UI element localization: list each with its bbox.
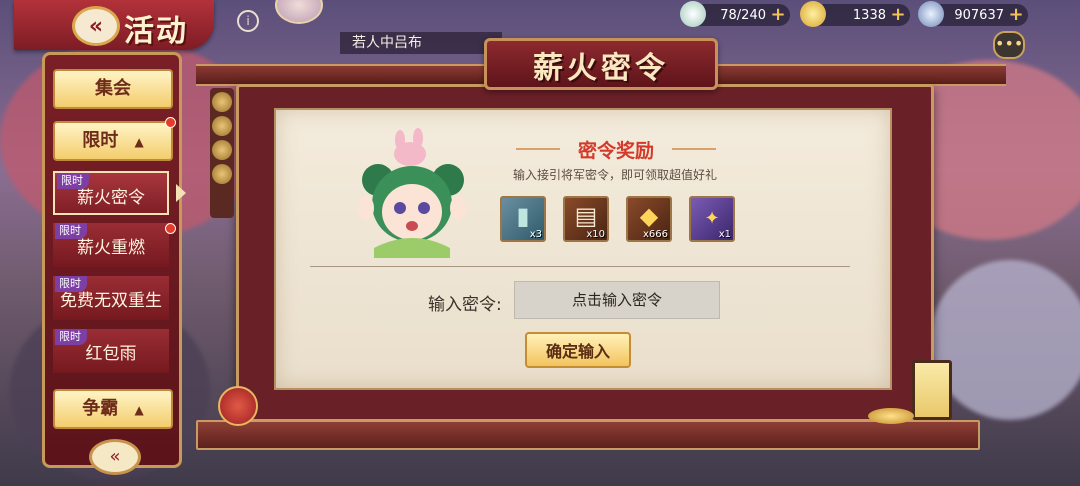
confirm-button[interactable]: 确定输入 xyxy=(525,332,631,368)
chevron-up-icon: ▲ xyxy=(134,135,144,149)
code-input[interactable]: 点击输入密令 xyxy=(514,281,720,319)
reward-item-scroll[interactable]: ▤ x10 xyxy=(563,196,609,242)
sidebar-group-label: 争霸 xyxy=(82,398,119,419)
avatar[interactable] xyxy=(275,0,323,24)
gold-ingot-icon xyxy=(800,1,826,27)
lion-mascot-icon xyxy=(218,386,258,426)
lantern-icon xyxy=(912,360,952,420)
sidebar-group-label: 集会 xyxy=(95,78,131,99)
reward-item-token-card[interactable]: ▮ x3 xyxy=(500,196,546,242)
notification-dot xyxy=(165,223,176,234)
gold-value: 1338 xyxy=(852,7,886,23)
player-name: 若人中吕布 xyxy=(340,32,502,54)
top-bar: « 活动 i 78/240 + 1338 + 907637 + xyxy=(0,0,1080,50)
chevron-up-icon: ▲ xyxy=(134,403,144,417)
limited-tag: 限时 xyxy=(55,329,87,345)
sidebar-group-limited[interactable]: 限时 ▲ xyxy=(53,121,173,161)
jade-card-icon: ▮ xyxy=(516,202,530,230)
sidebar-group-label: 限时 xyxy=(82,130,119,151)
emblem-icon: « xyxy=(89,439,141,475)
silver-counter: 907637 + xyxy=(918,1,1028,27)
sidebar-item-red-packet-rain[interactable]: 限时 红包雨 xyxy=(53,329,169,373)
sidebar-group-contest[interactable]: 争霸 ▲ xyxy=(53,389,173,429)
sidebar-item-label: 免费无双重生 xyxy=(60,291,162,311)
silver-value: 907637 xyxy=(954,7,1004,23)
limited-tag: 限时 xyxy=(57,173,89,189)
reward-item-gold-ingot[interactable]: ◆ x666 xyxy=(626,196,672,242)
chat-bubble-icon: ••• xyxy=(995,34,1024,53)
info-icon[interactable]: i xyxy=(237,10,259,32)
frame-bottom-beam xyxy=(196,420,980,450)
banner-title: 薪火密令 xyxy=(533,51,669,86)
coin-icon xyxy=(212,140,232,160)
sidebar-item-label: 薪火重燃 xyxy=(77,238,145,258)
add-stamina-button[interactable]: + xyxy=(770,6,786,24)
add-gold-button[interactable]: + xyxy=(890,6,906,24)
back-button[interactable]: « xyxy=(72,6,120,46)
coin-icon xyxy=(212,164,232,184)
sidebar-item-label: 薪火密令 xyxy=(77,188,145,208)
notification-dot xyxy=(165,117,176,128)
sidebar-item-label: 红包雨 xyxy=(85,344,137,364)
sidebar-item-xinhuo-miling[interactable]: 限时 薪火密令 xyxy=(53,171,169,215)
background-tree xyxy=(930,260,1080,420)
chat-button[interactable]: ••• xyxy=(993,31,1025,59)
divider xyxy=(310,266,850,267)
reward-qty: x1 xyxy=(718,229,731,240)
sidebar-group-gathering[interactable]: 集会 xyxy=(53,69,173,109)
sidebar-item-xinhuo-chongran[interactable]: 限时 薪火重燃 xyxy=(53,223,169,267)
code-label: 输入密令: xyxy=(428,295,502,315)
coin-icon xyxy=(212,92,232,112)
double-chevron-left-icon: « xyxy=(88,13,104,39)
title-decoration xyxy=(516,148,560,150)
sidebar: 集会 限时 ▲ 限时 薪火密令 限时 薪火重燃 限时 免费无双重生 限时 红包雨… xyxy=(42,52,182,475)
purple-badge-icon: ✦ xyxy=(704,208,720,229)
coin-icon xyxy=(212,116,232,136)
scroll-post xyxy=(210,88,234,218)
scroll-icon: ▤ xyxy=(574,202,598,230)
gold-ingot-icon: ◆ xyxy=(639,202,659,230)
stamina-value: 78/240 xyxy=(720,7,766,23)
gold-pile-icon xyxy=(868,408,914,424)
silver-coin-icon xyxy=(918,1,944,27)
title-decoration xyxy=(672,148,716,150)
stamina-counter: 78/240 + xyxy=(680,1,790,27)
mascot-character xyxy=(358,128,466,258)
sidebar-item-free-rebirth[interactable]: 限时 免费无双重生 xyxy=(53,276,169,320)
reward-item-badge[interactable]: ✦ x1 xyxy=(689,196,735,242)
reward-description: 输入接引将军密令，即可领取超值好礼 xyxy=(512,168,717,182)
page-title: 活动 xyxy=(124,14,188,49)
jade-disc-icon xyxy=(680,1,706,27)
selected-arrow-icon xyxy=(176,184,186,202)
limited-tag: 限时 xyxy=(55,223,87,239)
limited-tag: 限时 xyxy=(55,276,87,292)
reward-qty: x666 xyxy=(642,229,668,240)
gold-counter: 1338 + xyxy=(800,1,910,27)
reward-qty: x10 xyxy=(586,229,605,240)
reward-title: 密令奖励 xyxy=(577,140,654,162)
activity-banner: 薪火密令 xyxy=(484,38,718,90)
add-silver-button[interactable]: + xyxy=(1008,6,1024,24)
reward-qty: x3 xyxy=(529,229,542,240)
